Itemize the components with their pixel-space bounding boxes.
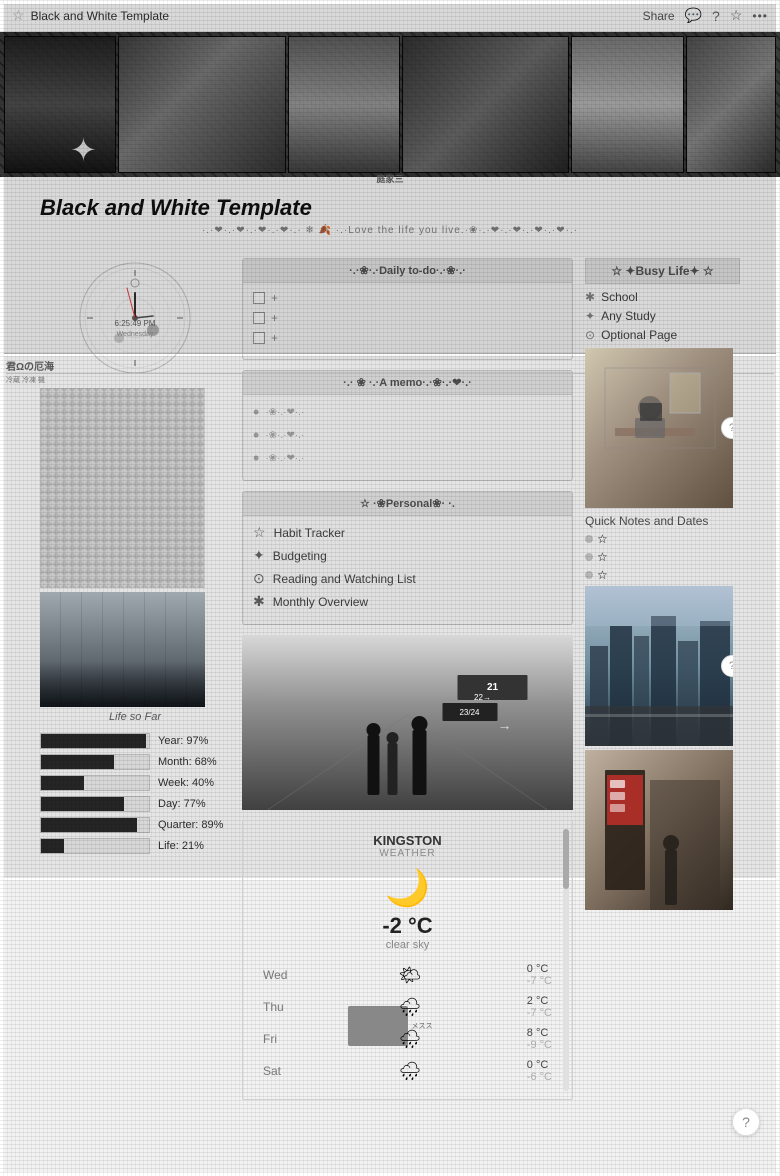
weather-desc: clear sky <box>255 939 560 951</box>
svg-text:23/24: 23/24 <box>459 708 480 717</box>
weather-widget: KINGSTON WEATHER 🌙 -2 °C clear sky Wed 🌤… <box>242 820 573 1100</box>
weather-icon-2: 🌧 <box>398 997 421 1018</box>
help-button-fixed[interactable]: ? <box>732 1108 760 1136</box>
weather-icon-main: 🌙 <box>255 867 560 909</box>
weather-day-2: Thu <box>263 1000 293 1014</box>
svg-text:21: 21 <box>487 682 499 693</box>
svg-text:→: → <box>498 717 512 733</box>
weather-row-sat: Sat 🌧 0 °C -6 °C <box>255 1055 560 1087</box>
weather-inner: KINGSTON WEATHER 🌙 -2 °C clear sky Wed 🌤… <box>243 821 572 1099</box>
bridge-photo <box>40 592 205 707</box>
city-photo: ? <box>585 586 733 746</box>
weather-city: KINGSTON <box>255 833 560 848</box>
weather-icon-1: 🌤 <box>398 965 421 986</box>
weather-temp: -2 °C <box>255 913 560 939</box>
vending-photo <box>585 750 733 910</box>
weather-temps-2: 2 °C -7 °C <box>527 995 552 1019</box>
main-content: 6:25:49 PM Wednesday 庭家三 君Ωの厄海 冷蔵 冷凍 機 メ… <box>0 258 780 1100</box>
office-photo: ? <box>585 348 733 508</box>
weather-icon-3: 🌧 <box>398 1029 421 1050</box>
weather-row-wed: Wed 🌤 0 °C -7 °C <box>255 959 560 991</box>
svg-text:22→: 22→ <box>474 693 491 702</box>
weather-icon-4: 🌧 <box>398 1061 421 1082</box>
left-column: 6:25:49 PM Wednesday 庭家三 君Ωの厄海 冷蔵 冷凍 機 メ… <box>40 258 230 1100</box>
weather-day-3: Fri <box>263 1032 293 1046</box>
weather-temps-4: 0 °C -6 °C <box>527 1059 552 1083</box>
weather-row-thu: Thu 🌧 2 °C -7 °C <box>255 991 560 1023</box>
weather-day-4: Sat <box>263 1064 293 1078</box>
weather-row-fri: Fri 🌧 8 °C -9 °C <box>255 1023 560 1055</box>
newspaper-photo: 庭家三 君Ωの厄海 冷蔵 冷凍 機 メスス <box>40 388 205 588</box>
weather-temps-1: 0 °C -7 °C <box>527 963 552 987</box>
weather-label: WEATHER <box>255 848 560 859</box>
weather-scrollbar[interactable] <box>563 829 569 1091</box>
station-photo: 21 22→ 23/24 → <box>242 635 573 810</box>
weather-day-1: Wed <box>263 968 293 982</box>
weather-temps-3: 8 °C -9 °C <box>527 1027 552 1051</box>
